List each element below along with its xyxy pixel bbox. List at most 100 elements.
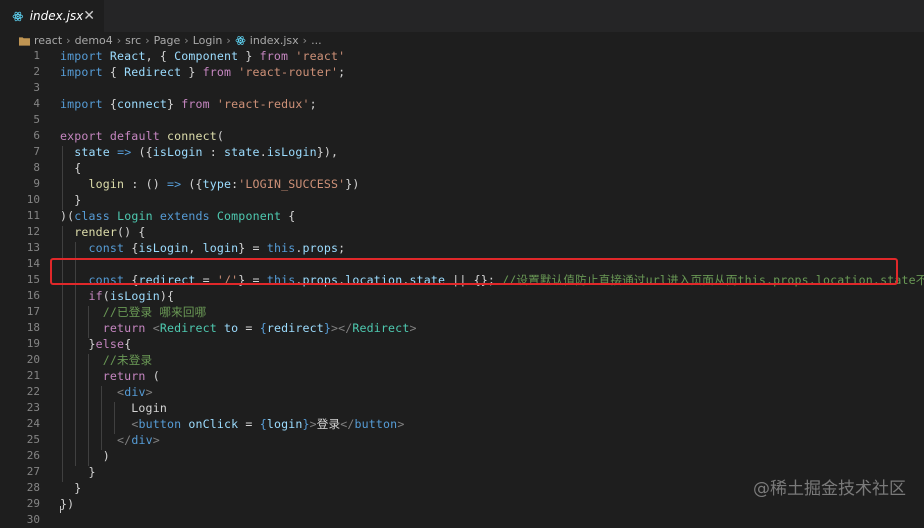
line-number: 15 [26, 273, 40, 286]
code-line[interactable]: <div> [60, 384, 153, 400]
code-token: type [202, 177, 232, 191]
code-line[interactable]: <button onClick = {login}>登录</button> [60, 416, 404, 432]
code-token: , [188, 241, 203, 255]
code-token: //未登录 [102, 353, 153, 367]
code-token: from [181, 97, 210, 111]
code-token: 'react-router' [238, 65, 339, 79]
code-line[interactable]: } [60, 464, 96, 480]
code-token: ( [102, 289, 110, 303]
code-token: < [152, 321, 160, 335]
code-token: import [60, 49, 103, 63]
highlight-annotation-box [50, 258, 898, 285]
code-line[interactable]: if(isLogin){ [60, 288, 174, 304]
close-icon[interactable]: ✕ [83, 9, 95, 23]
code-token: 'react' [295, 49, 346, 63]
code-line[interactable]: //未登录 [60, 352, 152, 368]
code-token: }) [60, 497, 75, 511]
code-line[interactable]: }) [60, 496, 74, 512]
code-token: { [102, 97, 118, 111]
code-token: Redirect [124, 65, 182, 79]
code-line[interactable]: const {isLogin, login} = this.props; [60, 240, 346, 256]
code-token: isLogin [266, 145, 317, 159]
code-token: </ [340, 417, 355, 431]
line-number: 27 [26, 465, 40, 478]
code-token: this [266, 241, 296, 255]
code-token: else [95, 337, 125, 351]
code-token: render [74, 225, 118, 239]
code-line[interactable]: login : () => ({type:'LOGIN_SUCCESS'}) [60, 176, 360, 192]
code-token: ></ [331, 321, 353, 335]
code-line[interactable]: import {connect} from 'react-redux'; [60, 96, 317, 112]
code-token: } [60, 465, 96, 479]
code-line[interactable]: ) [60, 448, 110, 464]
line-number: 8 [33, 161, 40, 174]
code-line[interactable]: render() { [60, 224, 146, 240]
code-line[interactable]: </div> [60, 432, 160, 448]
line-number: 14 [26, 257, 40, 270]
code-line[interactable]: } [60, 192, 81, 208]
code-token: } [166, 97, 182, 111]
line-number: 29 [26, 497, 40, 510]
code-token: { [124, 337, 132, 351]
code-line[interactable]: import React, { Component } from 'react' [60, 48, 345, 64]
editor-tab-bar: index.jsx ✕ [0, 0, 924, 32]
code-token: connect [166, 129, 217, 143]
code-token: } [181, 65, 203, 79]
code-token: ({ [131, 145, 153, 159]
code-line[interactable]: } [60, 480, 81, 496]
code-token: redirect [266, 321, 324, 335]
code-line[interactable]: }else{ [60, 336, 132, 352]
code-line[interactable]: )(class Login extends Component { [60, 208, 295, 224]
code-token: ({ [181, 177, 203, 191]
code-line[interactable]: { [60, 160, 81, 176]
breadcrumb: react › demo4 › src › Page › Login › ind… [0, 32, 924, 49]
breadcrumb-item-file[interactable]: index.jsx [250, 34, 299, 47]
code-line[interactable]: export default connect( [60, 128, 224, 144]
code-token: import [60, 97, 103, 111]
code-token: state [224, 145, 260, 159]
breadcrumb-item-demo4[interactable]: demo4 [75, 34, 113, 47]
code-token: { [281, 209, 296, 223]
line-number: 20 [26, 353, 40, 366]
code-token: extends [159, 209, 210, 223]
line-number: 12 [26, 225, 40, 238]
line-number: 26 [26, 449, 40, 462]
breadcrumb-item-more[interactable]: ... [311, 34, 322, 47]
breadcrumb-item-react[interactable]: react [34, 34, 62, 47]
breadcrumb-item-login[interactable]: Login [193, 34, 223, 47]
code-token: connect [117, 97, 167, 111]
code-line[interactable]: Login [60, 400, 167, 416]
code-line[interactable]: state => ({isLogin : state.isLogin}), [60, 144, 338, 160]
code-token: isLogin [138, 241, 189, 255]
react-icon [12, 11, 24, 21]
cursor-caret [60, 506, 61, 513]
code-token: . [259, 145, 267, 159]
code-token: React [109, 49, 146, 63]
line-number: 24 [26, 417, 40, 430]
code-token: const [88, 241, 125, 255]
code-token: button [354, 417, 398, 431]
code-line[interactable]: return <Redirect to = {redirect}></Redir… [60, 320, 417, 336]
tab-index-jsx[interactable]: index.jsx ✕ [0, 0, 104, 32]
code-line[interactable]: import { Redirect } from 'react-router'; [60, 64, 345, 80]
breadcrumb-item-src[interactable]: src [125, 34, 141, 47]
code-token: state [74, 145, 110, 159]
code-token: = [238, 417, 260, 431]
code-token: div [124, 385, 146, 399]
breadcrumb-item-page[interactable]: Page [154, 34, 181, 47]
code-line[interactable]: //已登录 哪来回哪 [60, 304, 206, 320]
code-token: Login [117, 209, 153, 223]
line-number: 1 [33, 49, 40, 62]
code-line[interactable]: return ( [60, 368, 160, 384]
